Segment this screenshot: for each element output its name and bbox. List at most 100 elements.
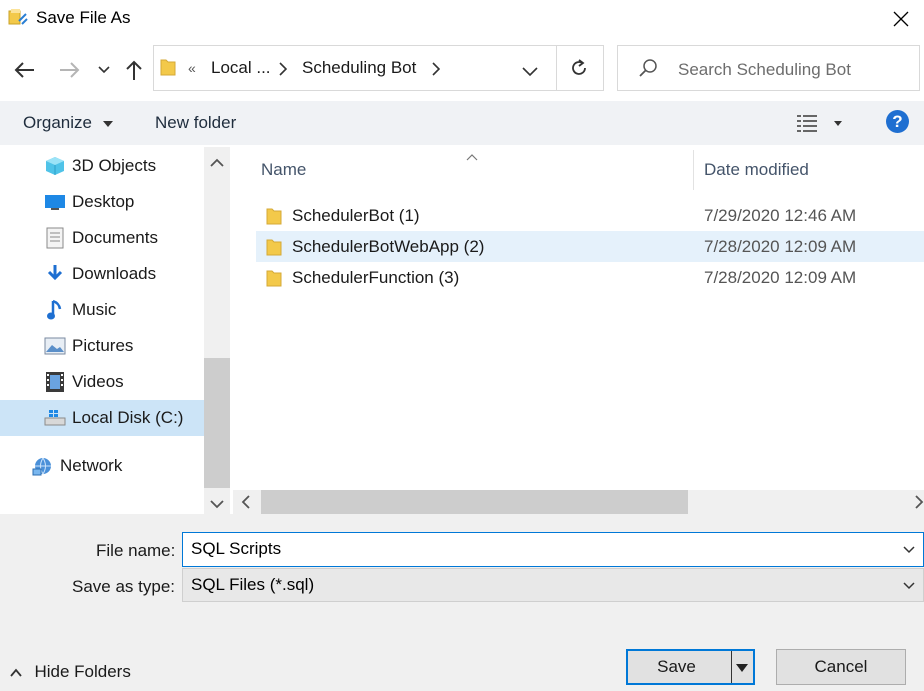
nav-item-documents[interactable]: Documents [0,220,204,256]
nav-item-label: Videos [72,372,124,391]
list-item[interactable]: SchedulerFunction (3) 7/28/2020 12:09 AM [256,262,924,293]
nav-item-downloads[interactable]: Downloads [0,256,204,292]
scroll-down-button[interactable] [210,496,224,514]
chevron-down-icon [903,546,915,554]
scroll-left-button[interactable] [241,495,251,514]
window-title: Save File As [36,8,131,27]
column-header-date[interactable]: Date modified [704,150,809,190]
back-button[interactable] [8,54,40,86]
nav-scrollbar-thumb[interactable] [204,358,230,488]
chevron-up-icon [10,668,22,677]
file-name-field[interactable]: SQL Scripts [182,532,924,567]
nav-item-3d-objects[interactable]: 3D Objects [0,148,204,184]
toolbar: Organize New folder ? [0,101,924,145]
view-list-icon [797,115,842,132]
chevron-down-icon [903,582,915,590]
chevron-left-icon [241,495,250,509]
file-date: 7/28/2020 12:09 AM [704,267,857,287]
list-scrollbar-thumb[interactable] [261,490,688,514]
file-name: SchedulerBotWebApp (2) [292,236,485,256]
arrow-up-icon [126,60,142,80]
refresh-button[interactable] [569,58,589,83]
chevron-right-icon [279,62,288,81]
folder-icon [160,57,176,82]
organize-button[interactable]: Organize [23,113,113,133]
list-item[interactable]: SchedulerBot (1) 7/29/2020 12:46 AM [256,200,924,231]
help-button[interactable]: ? [886,110,909,133]
save-type-value: SQL Files (*.sql) [191,575,315,594]
nav-item-label: 3D Objects [72,156,157,175]
file-name-label: File name: [96,541,176,560]
save-type-select[interactable]: SQL Files (*.sql) [182,568,924,602]
close-button[interactable] [878,0,924,38]
close-icon [893,11,909,27]
up-button[interactable] [120,54,148,86]
nav-item-label: Music [72,300,117,319]
scroll-right-button[interactable] [914,495,924,514]
cube-icon [44,155,66,177]
nav-item-label: Downloads [72,264,157,283]
sort-ascending-icon [466,148,478,166]
breadcrumb-local[interactable]: Local ... [211,58,271,78]
folder-icon [266,237,282,262]
music-icon [44,299,66,321]
search-icon [638,58,658,83]
app-icon [8,8,28,28]
videos-icon [44,371,66,393]
folder-icon [266,206,282,231]
nav-item-desktop[interactable]: Desktop [0,184,204,220]
nav-item-videos[interactable]: Videos [0,364,204,400]
chevron-down-icon [522,67,538,77]
search-placeholder: Search Scheduling Bot [678,60,851,79]
list-item[interactable]: SchedulerBotWebApp (2) 7/28/2020 12:09 A… [256,231,924,262]
nav-item-label: Network [60,456,123,475]
cancel-button[interactable]: Cancel [776,649,906,685]
chevron-down-icon [210,500,224,509]
folder-icon [266,268,282,293]
nav-item-music[interactable]: Music [0,292,204,328]
document-icon [44,227,66,249]
arrow-right-icon [60,62,80,78]
forward-button[interactable] [54,54,86,86]
file-name: SchedulerFunction (3) [292,267,460,287]
column-divider [693,150,694,190]
caret-down-icon [102,120,113,127]
nav-item-pictures[interactable]: Pictures [0,328,204,364]
chevron-right-icon [432,62,441,81]
view-options-button[interactable] [796,113,846,138]
address-dropdown-button[interactable] [522,64,538,82]
save-type-label: Save as type: [72,577,176,596]
file-name-dropdown-button[interactable] [903,541,915,559]
chevron-down-icon [98,66,110,74]
nav-item-label: Pictures [72,336,134,355]
desktop-icon [44,191,66,213]
nav-item-network[interactable]: Network [0,448,204,484]
arrow-left-icon [14,62,34,78]
file-date: 7/28/2020 12:09 AM [704,236,857,256]
file-name-value: SQL Scripts [191,539,282,558]
nav-item-local-disk[interactable]: Local Disk (C:) [0,400,204,436]
breadcrumb-overflow[interactable]: « [188,60,196,76]
breadcrumb-scheduling-bot[interactable]: Scheduling Bot [302,58,416,78]
nav-item-label: Documents [72,228,158,247]
save-options-dropdown-button[interactable] [735,660,749,678]
download-icon [44,263,66,285]
scroll-up-button[interactable] [210,155,224,173]
refresh-icon [572,59,586,75]
file-date: 7/29/2020 12:46 AM [704,205,857,225]
disk-icon [44,407,66,429]
hide-folders-button[interactable]: Hide Folders [10,662,131,682]
save-label: Save [657,657,696,676]
pictures-icon [44,335,66,357]
caret-down-icon [736,664,748,672]
column-header-name[interactable]: Name [261,150,306,190]
recent-locations-button[interactable] [94,54,114,86]
hide-folders-label: Hide Folders [34,662,131,681]
chevron-up-icon [210,158,224,167]
address-divider [556,46,557,90]
save-split-divider [731,651,732,683]
chevron-right-icon [915,495,924,509]
file-name: SchedulerBot (1) [292,205,420,225]
save-type-dropdown-button[interactable] [903,577,915,595]
new-folder-button[interactable]: New folder [155,113,236,133]
